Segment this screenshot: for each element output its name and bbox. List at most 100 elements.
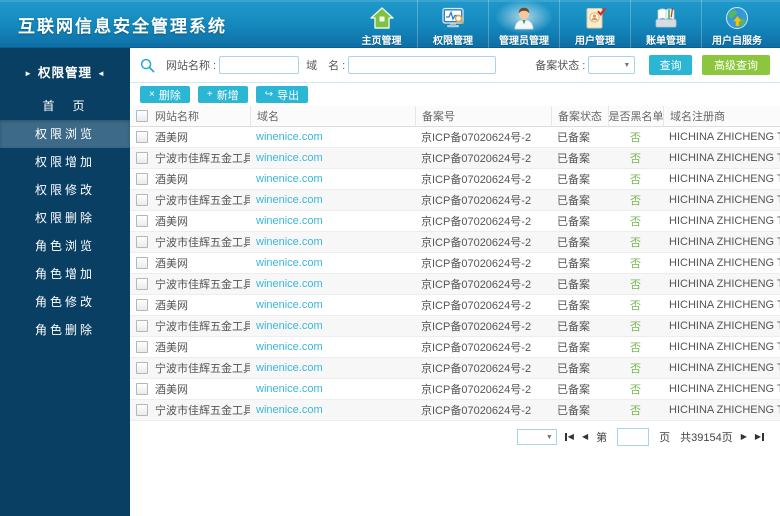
table-row: 酒美网 winenice.com 京ICP备07020624号-2 已备案 否 HICHI… (130, 127, 780, 148)
sidebar-item-role-modify[interactable]: 角色修改 (0, 288, 130, 316)
sidebar-item-home[interactable]: 首 页 (0, 92, 130, 120)
domain-input[interactable] (348, 56, 497, 74)
sidebar-item-role-delete[interactable]: 角色删除 (0, 316, 130, 344)
domain-link[interactable]: winenice.com (256, 362, 323, 374)
domain-cell: winenice.com (250, 274, 415, 294)
table-row: 酒美网 winenice.com 京ICP备07020624号-2 已备案 否 HICHI… (130, 295, 780, 316)
row-checkbox[interactable] (136, 383, 148, 395)
export-button[interactable]: ↪ 导出 (255, 86, 309, 103)
domain-link[interactable]: winenice.com (256, 152, 323, 164)
domain-link[interactable]: winenice.com (256, 257, 323, 269)
advanced-query-button[interactable]: 高级查询 (702, 55, 770, 75)
nav-item-home[interactable]: 主页管理 (346, 0, 417, 48)
sidebar-item-role-browse[interactable]: 角色浏览 (0, 232, 130, 260)
sidebar-item-perm-delete[interactable]: 权限删除 (0, 204, 130, 232)
record-status-select[interactable]: ▼ (588, 56, 636, 74)
record-number-cell: 京ICP备07020624号-2 (421, 321, 532, 333)
nav-item-label: 主页管理 (361, 36, 402, 47)
domain-link[interactable]: winenice.com (256, 173, 323, 185)
blacklist-value: 否 (630, 237, 641, 249)
registrar-cell: HICHINA ZHICHENG TECHNOLOGY (669, 194, 780, 206)
registrar-cell: HICHINA ZHICHENG TECHNOLOGY (669, 257, 780, 269)
page-size-select[interactable]: ▼ (516, 429, 557, 445)
row-checkbox[interactable] (136, 131, 148, 143)
blacklist-value: 否 (630, 216, 641, 228)
header-label: 域名 (257, 111, 279, 123)
domain-link[interactable]: winenice.com (256, 131, 323, 143)
record-number-cell: 京ICP备07020624号-2 (421, 300, 532, 312)
site-name-cell: 宁波市佳辉五金工具厂 (130, 232, 250, 252)
prev-page-button[interactable]: ◀ (582, 433, 588, 441)
row-checkbox[interactable] (136, 173, 148, 185)
row-checkbox[interactable] (136, 236, 148, 248)
row-checkbox[interactable] (136, 404, 148, 416)
domain-link[interactable]: winenice.com (256, 194, 323, 206)
domain-link[interactable]: winenice.com (256, 215, 323, 227)
blacklist-cell: 否 (608, 337, 663, 357)
domain-link[interactable]: winenice.com (256, 341, 323, 353)
record-status-cell: 已备案 (557, 258, 590, 270)
table-body: 酒美网 winenice.com 京ICP备07020624号-2 已备案否 HICHI… (130, 127, 780, 421)
row-checkbox[interactable] (136, 215, 148, 227)
nav-item-billing[interactable]: 账单管理 (630, 0, 701, 48)
site-name: 宁波市佳辉五金工具厂 (155, 363, 250, 375)
header-label: 备案状态 (558, 111, 602, 123)
site-name-cell: 宁波市佳辉五金工具厂 (130, 400, 250, 420)
record-status-cell: 已备案 (557, 195, 590, 207)
site-name: 宁波市佳辉五金工具厂 (155, 321, 250, 333)
row-checkbox[interactable] (136, 152, 148, 164)
blacklist-cell: 否 (608, 358, 663, 378)
blacklist-cell: 否 (608, 379, 663, 399)
domain-link[interactable]: winenice.com (256, 236, 323, 248)
sidebar-item-role-add[interactable]: 角色增加 (0, 260, 130, 288)
query-button[interactable]: 查询 (649, 55, 692, 75)
pagination: ▼ ◀ ◀ 第 页 共39154页 ▶ ▶ (130, 421, 780, 446)
site-name: 酒美网 (155, 132, 188, 144)
first-page-button[interactable]: ◀ (564, 433, 574, 441)
row-checkbox[interactable] (136, 278, 148, 290)
table-header-cell: 是否黑名单 (608, 106, 663, 126)
record-number-cell: 京ICP备07020624号-2 (421, 363, 532, 375)
domain-link[interactable]: winenice.com (256, 404, 323, 416)
next-page-button[interactable]: ▶ (741, 433, 747, 441)
record-status-cell: 已备案 (557, 174, 590, 186)
row-checkbox[interactable] (136, 194, 148, 206)
site-name-cell: 酒美网 (130, 127, 250, 147)
site-name: 宁波市佳辉五金工具厂 (155, 405, 250, 417)
sidebar-item-perm-modify[interactable]: 权限修改 (0, 176, 130, 204)
sidebar-item-perm-browse[interactable]: 权限浏览 (0, 120, 130, 148)
record-status-cell: 已备案 (557, 300, 590, 312)
row-checkbox[interactable] (136, 299, 148, 311)
domain-link[interactable]: winenice.com (256, 299, 323, 311)
nav-item-permission[interactable]: 权限管理 (417, 0, 488, 48)
site-name-input[interactable] (219, 56, 300, 74)
domain-link[interactable]: winenice.com (256, 278, 323, 290)
last-page-button[interactable]: ▶ (755, 433, 764, 441)
row-checkbox[interactable] (136, 257, 148, 269)
domain-link[interactable]: winenice.com (256, 383, 323, 395)
row-checkbox[interactable] (136, 320, 148, 332)
delete-button[interactable]: × 删除 (140, 86, 190, 103)
row-checkbox[interactable] (136, 341, 148, 353)
site-name: 宁波市佳辉五金工具厂 (155, 237, 250, 249)
nav-item-self-service[interactable]: 用户自服务 (701, 0, 772, 48)
blacklist-cell: 否 (608, 400, 663, 420)
add-button[interactable]: + 新增 (197, 86, 248, 103)
arrow-left-icon: ◄ (97, 69, 106, 78)
site-name: 酒美网 (155, 174, 188, 186)
site-name-cell: 宁波市佳辉五金工具厂 (130, 190, 250, 210)
sidebar-item-perm-add[interactable]: 权限增加 (0, 148, 130, 176)
top-nav: 主页管理 权限管理 管理员管理 用户管理 账单管理 用户自服务 (346, 0, 772, 48)
domain-link[interactable]: winenice.com (256, 320, 323, 332)
search-bar: 网站名称 : 域 名 : 备案状态 : ▼ 查询 高级查询 (130, 48, 780, 83)
registrar-cell: HICHINA ZHICHENG TECHNOLOGY (669, 236, 780, 248)
domain-cell: winenice.com (250, 400, 415, 420)
row-checkbox[interactable] (136, 362, 148, 374)
select-all-checkbox[interactable] (136, 110, 148, 122)
nav-item-user[interactable]: 用户管理 (559, 0, 630, 48)
delete-x-icon: × (149, 88, 155, 100)
page-number-input[interactable] (617, 428, 650, 446)
registrar-cell: HICHINA ZHICHENG TECHNOLOGY (669, 215, 780, 227)
nav-item-admin[interactable]: 管理员管理 (488, 0, 559, 48)
record-number-cell: 京ICP备07020624号-2 (421, 279, 532, 291)
